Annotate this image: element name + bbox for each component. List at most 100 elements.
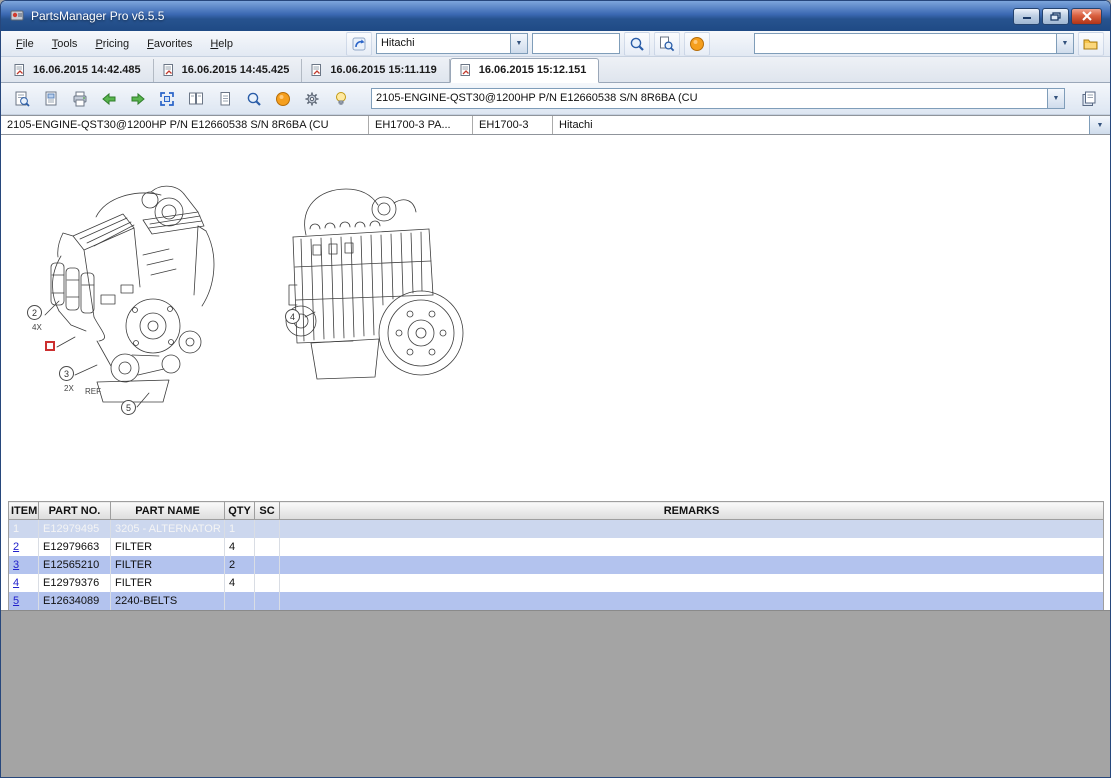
print-icon (71, 90, 89, 108)
forward-arrow-icon (129, 90, 147, 108)
page-toolbar: 2105-ENGINE-QST30@1200HP P/N E12660538 S… (1, 83, 1110, 115)
print-button[interactable] (67, 87, 93, 111)
single-page-view-button[interactable] (212, 87, 238, 111)
col-header-part-name[interactable]: PART NAME (111, 502, 225, 520)
col-header-remarks[interactable]: REMARKS (280, 502, 1104, 520)
zoom-button[interactable] (241, 87, 267, 111)
table-row[interactable]: 4 E12979376 FILTER 4 (9, 574, 1104, 592)
callout-3[interactable]: 3 (59, 366, 74, 381)
item-link[interactable]: 1 (13, 523, 19, 535)
part-no-cell: E12979376 (39, 574, 111, 592)
print-preview-icon (13, 90, 31, 108)
minimize-button[interactable] (1013, 8, 1040, 25)
quick-search-input[interactable] (532, 33, 620, 54)
two-page-view-button[interactable] (183, 87, 209, 111)
remarks-cell (280, 556, 1104, 574)
parts-table: ITEM PART NO. PART NAME QTY SC REMARKS 1… (8, 501, 1104, 610)
col-header-item[interactable]: ITEM (9, 502, 39, 520)
table-row[interactable]: 3 E12565210 FILTER 2 (9, 556, 1104, 574)
part-name-cell: FILTER (111, 574, 225, 592)
item-link[interactable]: 3 (13, 559, 19, 571)
model-select[interactable]: 2105-ENGINE-QST30@1200HP P/N E12660538 S… (371, 88, 1065, 109)
menu-favorites[interactable]: Favorites (138, 34, 201, 54)
session-tabstrip: 16.06.2015 14:42.485 16.06.2015 14:45.42… (1, 57, 1110, 83)
fit-page-button[interactable] (154, 87, 180, 111)
remarks-cell (280, 574, 1104, 592)
chevron-down-icon[interactable]: ▼ (1047, 89, 1064, 108)
menu-pricing[interactable]: Pricing (86, 34, 138, 54)
part-name-cell: FILTER (111, 538, 225, 556)
session-tab-2[interactable]: 16.06.2015 14:45.425 (154, 59, 303, 82)
restore-button[interactable] (1042, 8, 1069, 25)
sc-cell (255, 574, 280, 592)
breadcrumb: 2105-ENGINE-QST30@1200HP P/N E12660538 S… (1, 115, 1110, 135)
callout-5[interactable]: 5 (121, 400, 136, 415)
chevron-down-icon[interactable]: ▼ (1089, 116, 1110, 134)
item-link[interactable]: 5 (13, 595, 19, 607)
chevron-down-icon[interactable]: ▼ (510, 34, 527, 53)
qty-cell: 4 (225, 574, 255, 592)
qty-cell (225, 592, 255, 610)
col-header-qty[interactable]: QTY (225, 502, 255, 520)
forward-button[interactable] (125, 87, 151, 111)
breadcrumb-segment-machine[interactable]: EH1700-3 (473, 116, 553, 134)
add-favorite-button[interactable] (1078, 32, 1104, 56)
minimize-icon (1022, 12, 1032, 20)
page-view-button[interactable] (38, 87, 64, 111)
session-tab-1[interactable]: 16.06.2015 14:42.485 (5, 59, 154, 82)
table-row[interactable]: 1 E12979495 3205 - ALTERNATOR 1 (9, 520, 1104, 538)
search-models-button[interactable] (654, 32, 680, 56)
breadcrumb-segment-manufacturer[interactable]: Hitachi (553, 116, 1089, 134)
titlebar[interactable]: PartsManager Pro v6.5.5 (1, 1, 1110, 31)
table-row[interactable]: 5 E12634089 2240-BELTS (9, 592, 1104, 610)
restore-icon (1050, 12, 1061, 21)
remarks-cell (280, 520, 1104, 538)
go-to-model-button[interactable] (346, 32, 372, 56)
back-button[interactable] (96, 87, 122, 111)
part-no-cell: E12565210 (39, 556, 111, 574)
close-button[interactable] (1071, 8, 1102, 25)
sc-cell (255, 556, 280, 574)
stop-load-button[interactable] (270, 87, 296, 111)
two-page-icon (187, 90, 205, 108)
print-preview-button[interactable] (9, 87, 35, 111)
remarks-cell (280, 592, 1104, 610)
col-header-sc[interactable]: SC (255, 502, 280, 520)
engine-diagram (1, 135, 1110, 501)
menu-help[interactable]: Help (201, 34, 242, 54)
item-link[interactable]: 4 (13, 577, 19, 589)
document-icon (162, 63, 176, 77)
part-name-cell: 3205 - ALTERNATOR (111, 520, 225, 538)
part-no-cell: E12979495 (39, 520, 111, 538)
catalog-info-button[interactable] (1076, 87, 1102, 111)
manufacturer-value: Hitachi (377, 34, 510, 53)
callout-2[interactable]: 2 (27, 305, 42, 320)
settings-button[interactable] (299, 87, 325, 111)
menu-tools[interactable]: Tools (43, 34, 87, 54)
sc-cell (255, 520, 280, 538)
session-tab-4-active[interactable]: 16.06.2015 15:12.151 (450, 58, 600, 83)
callout-3-qty-label: 2X (64, 384, 74, 393)
menu-file[interactable]: File (7, 34, 43, 54)
tips-button[interactable] (328, 87, 354, 111)
chevron-down-icon[interactable]: ▼ (1056, 34, 1073, 53)
parts-table-header-row: ITEM PART NO. PART NAME QTY SC REMARKS (9, 502, 1104, 520)
quick-model-select[interactable]: ▼ (754, 33, 1074, 54)
session-tab-label: 16.06.2015 15:11.119 (330, 64, 436, 76)
breadcrumb-segment-model[interactable]: 2105-ENGINE-QST30@1200HP P/N E12660538 S… (1, 116, 369, 134)
search-parts-button[interactable] (624, 32, 650, 56)
breadcrumb-segment-group[interactable]: EH1700-3 PA... (369, 116, 473, 134)
session-tab-label: 16.06.2015 15:12.151 (479, 64, 587, 76)
part-name-cell: 2240-BELTS (111, 592, 225, 610)
item-link[interactable]: 2 (13, 541, 19, 553)
table-row[interactable]: 2 E12979663 FILTER 4 (9, 538, 1104, 556)
document-icon (13, 63, 27, 77)
col-header-part-no[interactable]: PART NO. (39, 502, 111, 520)
callout-4[interactable]: 4 (285, 309, 300, 324)
manufacturer-select[interactable]: Hitachi ▼ (376, 33, 528, 54)
drawing-area[interactable]: 2 4X 3 2X REF 5 4 (1, 135, 1110, 501)
stop-search-button[interactable] (684, 32, 710, 56)
magnifier-icon (245, 90, 263, 108)
session-tab-3[interactable]: 16.06.2015 15:11.119 (302, 59, 449, 82)
selection-marker[interactable] (45, 341, 55, 351)
